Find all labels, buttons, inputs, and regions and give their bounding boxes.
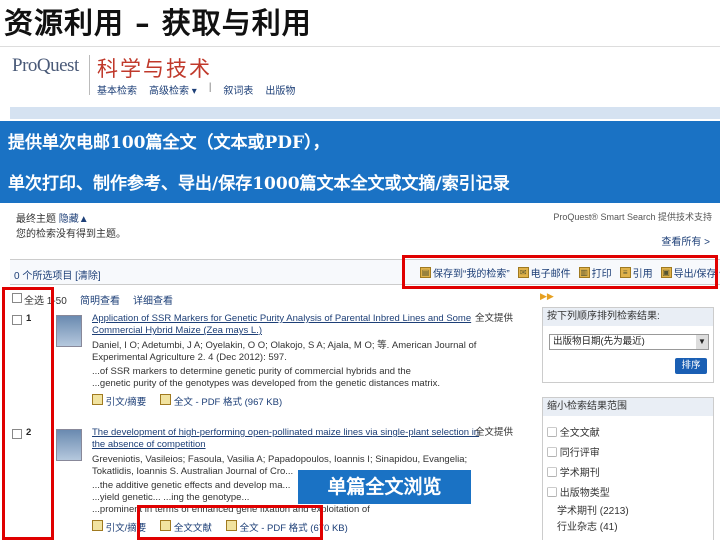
sort-panel: 按下列顺序排列检索结果: 出版物日期(先为最近) ▼ 排序 (542, 307, 714, 383)
topics-message: 您的检索没有得到主题。 (16, 229, 126, 240)
narrow-panel: 缩小检索结果范围 ▢ 全文文献 ▢ 同行评审 ▢ 学术期刊 ▢ 出版物类型 学术… (542, 397, 714, 540)
narrow-heading: 缩小检索结果范围 (543, 398, 713, 416)
result-item: 1 Application of SSR Markers for Genetic… (10, 313, 535, 413)
results-sidebar: ▶▶ 按下列顺序排列检索结果: 出版物日期(先为最近) ▼ 排序 缩小检索结果范… (540, 287, 720, 540)
feature-callout: 提供单次电邮100篇全文（文本或PDF）， 单次打印、制作参考、导出/保存100… (0, 121, 720, 203)
search-band (10, 107, 720, 119)
nav-thesaurus[interactable]: 叙词表 (223, 82, 253, 97)
product-name: 科学与技术 (97, 58, 212, 81)
single-article-view-label: 单篇全文浏览 (298, 470, 471, 504)
fulltext-available-badge: 全文提供 (474, 313, 513, 324)
facet-fulltext[interactable]: ▢ 全文文献 (547, 424, 600, 439)
facet-scholarly-journals[interactable]: ▢ 学术期刊 (547, 464, 600, 479)
sort-select[interactable]: 出版物日期(先为最近) ▼ (549, 334, 709, 350)
slide-title: 资源利用 – 获取与利用 (4, 6, 312, 40)
fulltext-highlight-box (137, 505, 323, 540)
selected-count[interactable]: 0 个所选项目 [清除] (14, 267, 101, 282)
result-authors: Daniel, I O; Adetumbi, J A; Oyelakin, O … (92, 340, 477, 363)
abstract-label: 引文/摘要 (105, 397, 147, 408)
proquest-logo[interactable]: ProQuest (12, 55, 79, 77)
topics-heading: 最终主题 隐藏▲ (16, 210, 89, 225)
facet-source-type[interactable]: ▢ 出版物类型 (547, 484, 610, 499)
facet-peer-reviewed[interactable]: ▢ 同行评审 (547, 444, 600, 459)
logo-divider (89, 55, 90, 95)
sort-value: 出版物日期(先为最近) (553, 336, 645, 347)
journal-thumbnail[interactable] (56, 429, 82, 461)
topics-bar: 最终主题 隐藏▲ 您的检索没有得到主题。 ProQuest® Smart Sea… (10, 205, 720, 248)
document-icon (92, 520, 103, 531)
sort-heading: 按下列顺序排列检索结果: (543, 308, 713, 326)
result-snippet: ...genetic purity of the genotypes was d… (92, 378, 440, 389)
fulltext-available-badge: 全文提供 (474, 427, 513, 438)
sort-button[interactable]: 排序 (675, 358, 707, 374)
topics-label: 最终主题 (16, 214, 56, 225)
proquest-header: ProQuest 科学与技术 基本检索 高级检索 ▾ | 叙词表 出版物 (0, 47, 720, 107)
hide-toggle[interactable]: 隐藏▲ (59, 214, 89, 225)
detail-view-link[interactable]: 详细查看 (133, 292, 173, 307)
view-all-link[interactable]: 查看所有 > (661, 233, 710, 248)
pdf-link[interactable]: 全文 - PDF 格式 (967 KB) (160, 394, 282, 409)
nav-publications[interactable]: 出版物 (265, 82, 295, 97)
pdf-icon (160, 394, 172, 405)
document-icon (92, 394, 103, 405)
smart-search-credit: ProQuest® Smart Search 提供技术支持 (553, 212, 712, 222)
result-snippet: ...of SSR markers to determine genetic p… (92, 366, 411, 377)
result-links: 引文/摘要 全文 - PDF 格式 (967 KB) (92, 394, 282, 409)
nav-separator: | (208, 82, 212, 93)
brief-view-link[interactable]: 简明查看 (80, 292, 120, 307)
nav-advanced-search[interactable]: 高级检索 ▾ (149, 82, 197, 97)
nav-basic-search[interactable]: 基本检索 (97, 82, 137, 97)
screenshot-frame: ProQuest 科学与技术 基本检索 高级检索 ▾ | 叙词表 出版物 最终主… (0, 46, 720, 540)
chevron-down-icon: ▼ (696, 335, 708, 349)
result-title[interactable]: Application of SSR Markers for Genetic P… (92, 313, 492, 337)
callout-line-2: 单次打印、制作参考、导出/保存1000篇文本全文或文摘/索引记录 (8, 174, 510, 194)
callout-line-1: 提供单次电邮100篇全文（文本或PDF）， (8, 133, 330, 153)
journal-thumbnail[interactable] (56, 315, 82, 347)
top-nav: 基本检索 高级检索 ▾ | 叙词表 出版物 (97, 82, 295, 97)
facet-journals-count[interactable]: 学术期刊 (2213) (557, 502, 629, 517)
facet-trade-count[interactable]: 行业杂志 (41) (557, 518, 618, 533)
checkbox-highlight-box (2, 287, 54, 540)
pdf-label: 全文 - PDF 格式 (967 KB) (173, 397, 283, 408)
abstract-link[interactable]: 引文/摘要 (92, 394, 146, 409)
results-header: 全选 1-50 简明查看 详细查看 (10, 291, 535, 307)
result-title[interactable]: The development of high-performing open-… (92, 427, 492, 451)
collapse-arrows-icon[interactable]: ▶▶ (540, 291, 554, 302)
toolbar-highlight-box (402, 255, 718, 289)
